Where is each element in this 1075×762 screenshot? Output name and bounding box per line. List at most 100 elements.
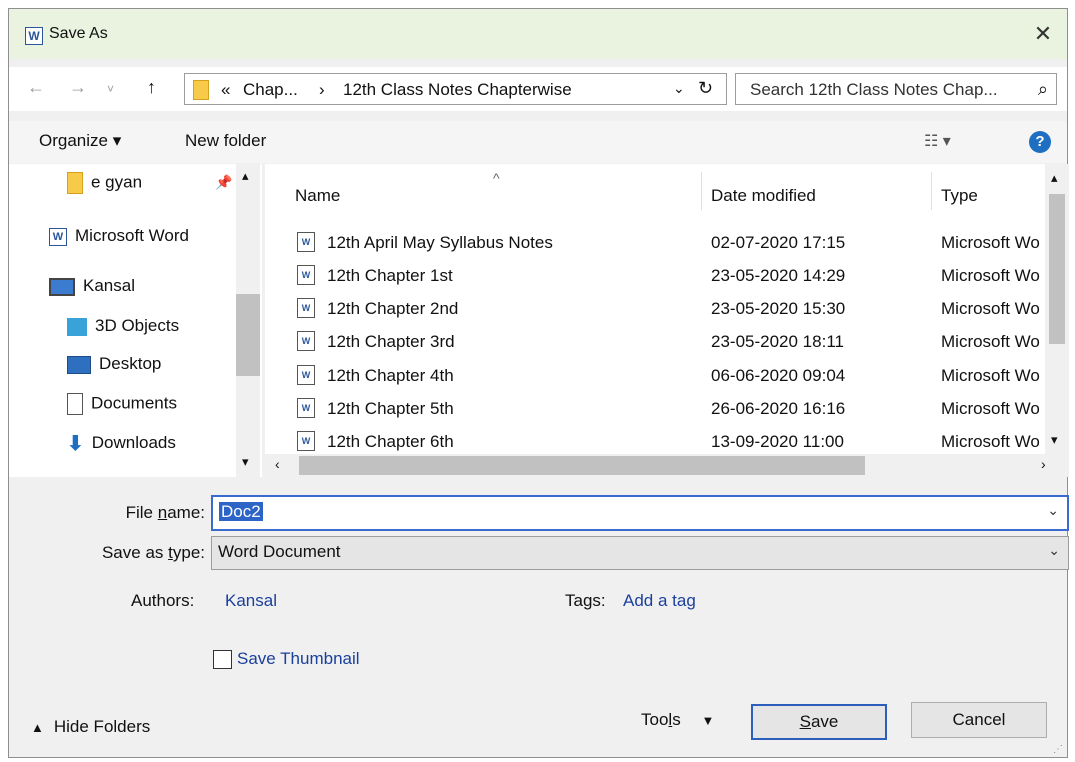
file-name-field[interactable]: Doc2 ⌄ [211, 495, 1069, 531]
view-options-button[interactable]: ☷ ▾ [924, 131, 951, 151]
caret-down-icon: ▼ [701, 713, 715, 728]
file-type: Microsoft Wo [941, 432, 1040, 451]
hide-folders-label: Hide Folders [53, 717, 151, 736]
chevron-up-icon: ▲ [31, 720, 44, 735]
help-button[interactable]: ? [1029, 131, 1051, 153]
command-toolbar: Organize ▾ New folder ☷ ▾ ? [9, 121, 1067, 163]
file-row[interactable]: W 12th Chapter 3rd 23-05-2020 18:11 Micr… [265, 327, 1045, 360]
navpane-item-microsoft-word[interactable]: W Microsoft Word [49, 226, 189, 256]
word-document-icon: W [297, 431, 315, 451]
search-input[interactable]: Search 12th Class Notes Chap... [750, 80, 998, 100]
file-row[interactable]: W 12th April May Syllabus Notes 02-07-20… [265, 228, 1045, 261]
navpane-item-e-gyan[interactable]: e gyan 📌 [67, 172, 232, 202]
refresh-button[interactable]: ↻ [698, 78, 713, 99]
navpane-item-label: 3D Objects [95, 316, 180, 335]
file-name: 12th Chapter 2nd [327, 299, 459, 318]
word-document-icon: W [297, 365, 315, 385]
chevron-down-icon[interactable]: ⌄ [1047, 502, 1059, 519]
file-name: 12th Chapter 4th [327, 366, 454, 385]
file-name: 12th April May Syllabus Notes [327, 233, 553, 252]
close-button[interactable]: ✕ [1023, 19, 1063, 49]
navpane-item-desktop[interactable]: Desktop [67, 354, 161, 384]
address-bar[interactable]: « Chap... › 12th Class Notes Chapterwise… [184, 73, 727, 105]
save-button[interactable]: Save [751, 704, 887, 740]
save-thumbnail-checkbox[interactable] [213, 650, 232, 669]
file-date: 23-05-2020 18:11 [711, 332, 844, 351]
up-arrow-icon: ↑ [147, 77, 156, 97]
file-list-vertical-scrollbar[interactable]: ▴ ▾ [1045, 164, 1069, 454]
forward-arrow-icon: → [69, 77, 87, 97]
save-thumbnail-label[interactable]: Save Thumbnail [237, 649, 360, 669]
navpane-item-label: Documents [91, 393, 177, 413]
file-name-input[interactable]: Doc2 [219, 502, 263, 522]
organize-button[interactable]: Organize ▾ [39, 131, 121, 151]
tags-value[interactable]: Add a tag [623, 591, 696, 611]
navpane-item-downloads[interactable]: ⬇ Downloads [67, 431, 176, 461]
breadcrumb-chapter[interactable]: Chap... [243, 80, 298, 100]
sort-ascending-icon: ^ [493, 170, 500, 186]
navpane-item-label: Desktop [99, 354, 162, 373]
authors-value[interactable]: Kansal [225, 591, 277, 611]
column-divider[interactable] [931, 172, 932, 210]
file-name: 12th Chapter 1st [327, 266, 453, 285]
file-row[interactable]: W 12th Chapter 5th 26-06-2020 16:16 Micr… [265, 394, 1045, 427]
cancel-button[interactable]: Cancel [911, 702, 1047, 738]
column-header-type[interactable]: Type [941, 186, 978, 206]
file-list-horizontal-scrollbar[interactable]: ‹ › [265, 454, 1069, 477]
file-date: 02-07-2020 17:15 [711, 233, 846, 252]
word-document-icon: W [297, 232, 315, 252]
file-name: 12th Chapter 3rd [327, 332, 455, 351]
authors-label: Authors: [131, 591, 195, 610]
forward-button[interactable]: → [69, 77, 87, 98]
column-header-name[interactable]: Name [295, 186, 340, 206]
breadcrumb-overflow[interactable]: « [221, 80, 230, 100]
desktop-icon [67, 355, 91, 374]
scroll-up-icon[interactable]: ▴ [242, 168, 249, 184]
file-row[interactable]: W 12th Chapter 4th 06-06-2020 09:04 Micr… [265, 361, 1045, 394]
title-bar: W Save As ✕ [9, 9, 1067, 59]
address-dropdown-button[interactable]: ⌄ [673, 80, 685, 97]
pin-icon[interactable]: 📌 [215, 174, 232, 191]
recent-locations-button[interactable]: ˅ [107, 82, 114, 96]
navpane-item-3d-objects[interactable]: 3D Objects [67, 316, 179, 346]
navpane-item-documents[interactable]: Documents [67, 393, 177, 423]
back-arrow-icon: ← [27, 77, 45, 97]
file-date: 06-06-2020 09:04 [711, 366, 846, 385]
scroll-up-icon[interactable]: ▴ [1051, 170, 1058, 186]
word-document-icon: W [297, 398, 315, 418]
breadcrumb-current[interactable]: 12th Class Notes Chapterwise [343, 80, 572, 100]
resize-grip-icon[interactable]: ⋰ [1053, 744, 1063, 755]
save-as-type-label: Save as type: [101, 543, 205, 562]
word-document-icon: W [297, 298, 315, 318]
back-button[interactable]: ← [27, 77, 45, 98]
save-as-type-select[interactable]: Word Document ⌄ [211, 536, 1069, 570]
file-type: Microsoft Wo [941, 299, 1040, 318]
navpane-item-label: Kansal [83, 276, 135, 295]
column-divider[interactable] [701, 172, 702, 210]
navpane-scroll-thumb[interactable] [236, 294, 260, 376]
scroll-left-icon[interactable]: ‹ [275, 456, 280, 472]
scroll-down-icon[interactable]: ▾ [1051, 432, 1058, 448]
3d-objects-icon [67, 317, 87, 336]
column-header-date-modified[interactable]: Date modified [711, 186, 816, 206]
navpane-scrollbar[interactable]: ▴ ▾ [236, 164, 260, 477]
chevron-down-icon[interactable]: ⌄ [1048, 542, 1060, 559]
file-row[interactable]: W 12th Chapter 1st 23-05-2020 14:29 Micr… [265, 261, 1045, 294]
scroll-right-icon[interactable]: › [1041, 456, 1046, 472]
file-date: 13-09-2020 11:00 [711, 432, 844, 451]
file-list-horizontal-thumb[interactable] [299, 456, 865, 475]
refresh-icon: ↻ [698, 78, 714, 98]
file-row[interactable]: W 12th Chapter 2nd 23-05-2020 15:30 Micr… [265, 294, 1045, 327]
up-button[interactable]: ↑ [147, 77, 156, 98]
chevron-down-icon: ˅ [107, 82, 115, 96]
search-box[interactable]: Search 12th Class Notes Chap... ⌕ [735, 73, 1057, 105]
file-list-vertical-thumb[interactable] [1049, 194, 1065, 344]
hide-folders-button[interactable]: ▲ Hide Folders [31, 717, 150, 737]
scroll-down-icon[interactable]: ▾ [242, 454, 249, 470]
new-folder-button[interactable]: New folder [185, 131, 266, 151]
tools-button[interactable]: Tools ▼ [641, 710, 714, 730]
search-icon[interactable]: ⌕ [1038, 79, 1048, 100]
word-document-icon: W [297, 265, 315, 285]
navpane-item-kansal[interactable]: Kansal [49, 276, 135, 306]
file-name: 12th Chapter 6th [327, 432, 454, 451]
